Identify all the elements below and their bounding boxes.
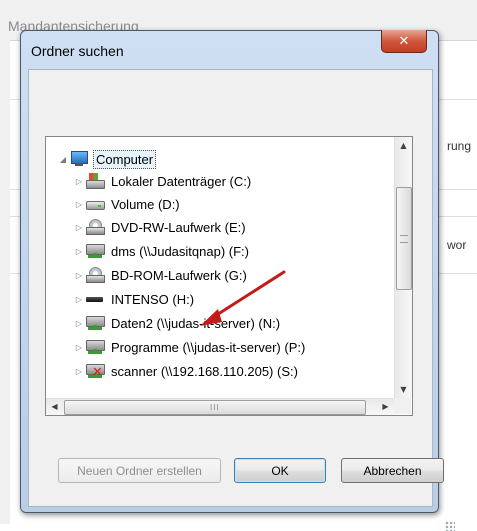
tree-item-drive-p[interactable]: ▷ Programme (\\judas-it-server) (P:) <box>74 336 307 358</box>
network-drive-icon <box>86 243 105 259</box>
expander-collapsed-icon[interactable]: ▷ <box>74 295 84 304</box>
expander-collapsed-icon[interactable]: ▷ <box>74 200 84 209</box>
grip-icon: III <box>210 403 220 412</box>
dialog-title: Ordner suchen <box>31 43 124 59</box>
tree-item-label: Lokaler Datenträger (C:) <box>111 173 252 189</box>
disc-drive-icon <box>86 267 105 283</box>
resize-grip-icon[interactable] <box>445 521 455 531</box>
close-button[interactable]: ✕ <box>381 30 427 53</box>
tree-item-drive-c[interactable]: ▷ Lokaler Datenträger (C:) <box>74 170 253 192</box>
horizontal-scroll-thumb[interactable]: III <box>64 400 366 415</box>
scroll-down-icon[interactable]: ▼ <box>395 381 412 398</box>
grip-icon <box>400 235 408 243</box>
usb-drive-icon <box>86 291 104 307</box>
network-drive-disconnected-icon: ✕ <box>86 363 105 379</box>
tree-item-drive-n[interactable]: ▷ Daten2 (\\judas-it-server) (N:) <box>74 312 282 334</box>
tree-item-drive-g[interactable]: ▷ BD-ROM-Laufwerk (G:) <box>74 264 249 286</box>
expander-collapsed-icon[interactable]: ▷ <box>74 247 84 256</box>
tree-item-label: scanner (\\192.168.110.205) (S:) <box>111 363 298 379</box>
tree-item-label: Daten2 (\\judas-it-server) (N:) <box>111 315 281 331</box>
drive-icon <box>86 196 105 212</box>
tree-item-label: DVD-RW-Laufwerk (E:) <box>111 219 246 235</box>
expander-collapsed-icon[interactable]: ▷ <box>74 367 84 376</box>
cancel-button[interactable]: Abbrechen <box>341 458 444 483</box>
scroll-right-icon[interactable]: ▶ <box>377 399 394 415</box>
expander-collapsed-icon[interactable]: ▷ <box>74 319 84 328</box>
tree-item-label: BD-ROM-Laufwerk (G:) <box>111 267 247 283</box>
expander-collapsed-icon[interactable]: ▷ <box>74 343 84 352</box>
tree-item-label: Computer <box>93 149 157 169</box>
tree-item-drive-h[interactable]: ▷ INTENSO (H:) <box>74 288 196 310</box>
parent-window-text-fragment: rung <box>447 139 472 153</box>
network-drive-icon <box>86 339 105 355</box>
tree-item-computer[interactable]: ◢ Computer <box>58 148 157 170</box>
ok-button[interactable]: OK <box>234 458 326 483</box>
browse-folder-dialog: Ordner suchen ✕ ◢ Computer ▷ Lokaler Dat… <box>20 30 455 531</box>
close-icon: ✕ <box>398 33 410 49</box>
tree-item-label: Volume (D:) <box>111 196 180 212</box>
tree-viewport: ◢ Computer ▷ Lokaler Datenträger (C:) ▷ … <box>46 137 394 398</box>
parent-window-text-fragment: wor <box>447 238 467 252</box>
horizontal-scrollbar[interactable]: ◀ III ▶ <box>46 398 394 415</box>
vertical-scrollbar[interactable]: ▲ ▼ <box>394 137 412 398</box>
expander-expanded-icon[interactable]: ◢ <box>58 155 68 164</box>
tree-item-drive-f[interactable]: ▷ dms (\\Judasitqnap) (F:) <box>74 240 251 262</box>
tree-item-label: dms (\\Judasitqnap) (F:) <box>111 243 249 259</box>
expander-collapsed-icon[interactable]: ▷ <box>74 271 84 280</box>
new-folder-button[interactable]: Neuen Ordner erstellen <box>58 458 221 483</box>
scroll-up-icon[interactable]: ▲ <box>395 137 412 154</box>
vertical-scroll-thumb[interactable] <box>396 187 412 290</box>
expander-collapsed-icon[interactable]: ▷ <box>74 177 84 186</box>
folder-tree[interactable]: ◢ Computer ▷ Lokaler Datenträger (C:) ▷ … <box>45 136 413 416</box>
tree-item-drive-d[interactable]: ▷ Volume (D:) <box>74 193 182 215</box>
computer-icon <box>70 151 88 167</box>
network-drive-icon <box>86 315 105 331</box>
tree-item-label: INTENSO (H:) <box>111 291 195 307</box>
tree-item-label: Programme (\\judas-it-server) (P:) <box>111 339 306 355</box>
hdd-icon <box>86 173 105 189</box>
expander-collapsed-icon[interactable]: ▷ <box>74 223 84 232</box>
scroll-left-icon[interactable]: ◀ <box>46 399 63 415</box>
disc-drive-icon <box>86 219 105 235</box>
scrollbar-corner <box>394 398 411 414</box>
tree-item-drive-e[interactable]: ▷ DVD-RW-Laufwerk (E:) <box>74 216 248 238</box>
tree-item-drive-s[interactable]: ▷ ✕ scanner (\\192.168.110.205) (S:) <box>74 360 300 382</box>
